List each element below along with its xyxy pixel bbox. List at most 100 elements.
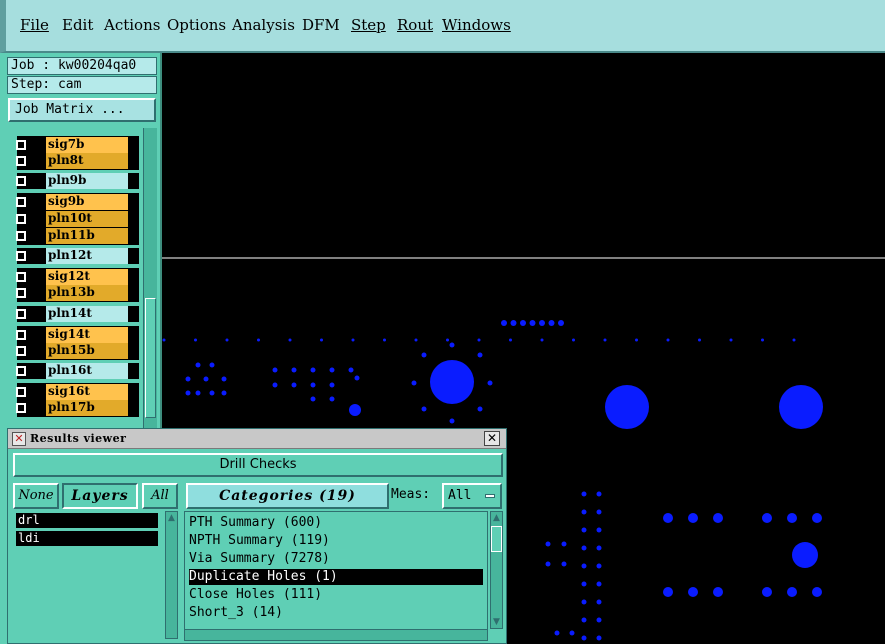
menu-dfm[interactable]: DFM — [302, 16, 340, 34]
menu-options[interactable]: Options — [167, 16, 226, 34]
list-item[interactable]: NPTH Summary (119) — [189, 533, 483, 549]
drill-checks-header[interactable]: Drill Checks — [13, 453, 503, 477]
drill-hole — [572, 338, 575, 342]
categories-button[interactable]: Categories (19) — [186, 483, 389, 509]
job-matrix-button[interactable]: Job Matrix ... — [8, 98, 156, 122]
layer-row-sig7b[interactable]: sig7b — [10, 137, 130, 153]
layer-row-sig16t[interactable]: sig16t — [10, 384, 130, 400]
layer-checkbox[interactable] — [16, 330, 26, 340]
layer-row-pln10t[interactable]: pln10t — [10, 211, 130, 227]
layer-checkbox[interactable] — [16, 156, 26, 166]
scroll-up-icon[interactable]: ▲ — [166, 512, 177, 524]
layer-checkbox[interactable] — [16, 403, 26, 413]
layer-row-pln15b[interactable]: pln15b — [10, 343, 130, 359]
layer-row-pln11b[interactable]: pln11b — [10, 228, 130, 244]
drill-hole — [291, 382, 297, 388]
drill-hole — [596, 527, 602, 533]
drill-hole — [812, 587, 822, 597]
drill-hole — [449, 418, 455, 424]
drill-hole — [581, 635, 587, 641]
layer-row-pln12t[interactable]: pln12t — [10, 248, 130, 264]
meas-select[interactable]: All — [442, 483, 502, 509]
drill-hole — [221, 376, 227, 382]
layer-checkbox[interactable] — [16, 309, 26, 319]
layer-name: sig9b — [46, 194, 128, 210]
layer-row-sig14t[interactable]: sig14t — [10, 327, 130, 343]
menu-actions[interactable]: Actions — [104, 16, 160, 34]
drill-hole — [792, 542, 818, 568]
layer-row-pln8t[interactable]: pln8t — [10, 153, 130, 169]
list-item-selected[interactable]: Duplicate Holes (1) — [189, 569, 483, 585]
layer-checkbox[interactable] — [16, 197, 26, 207]
list-item[interactable]: drl — [16, 513, 158, 528]
layer-checkbox[interactable] — [16, 272, 26, 282]
menu-step[interactable]: Step — [351, 16, 386, 34]
layer-checkbox[interactable] — [16, 251, 26, 261]
layer-name: sig12t — [46, 269, 128, 285]
drill-hole — [581, 563, 587, 569]
menu-analysis[interactable]: Analysis — [232, 16, 295, 34]
drill-hole — [421, 352, 427, 358]
menu-edit[interactable]: Edit — [62, 16, 93, 34]
layer-name: pln12t — [46, 248, 128, 264]
drill-hole — [581, 545, 587, 551]
categories-hscrollbar[interactable] — [184, 629, 488, 641]
menu-windows[interactable]: Windows — [442, 16, 511, 34]
categories-scrollbar[interactable]: ▲ ▼ — [490, 511, 503, 629]
layer-checkbox[interactable] — [16, 346, 26, 356]
layer-checkbox[interactable] — [16, 176, 26, 186]
close-button[interactable]: ✕ — [484, 431, 500, 446]
drill-hole — [310, 396, 316, 402]
layer-list-scrollbar[interactable] — [143, 128, 157, 428]
layer-row-pln14t[interactable]: pln14t — [10, 306, 130, 322]
drill-hole — [762, 513, 772, 523]
layers-button[interactable]: Layers — [62, 483, 138, 509]
drill-hole — [348, 367, 354, 373]
layer-row-pln9b[interactable]: pln9b — [10, 173, 130, 189]
scroll-thumb[interactable] — [491, 526, 502, 552]
list-item[interactable]: Short_3 (14) — [189, 605, 483, 621]
layer-name: sig7b — [46, 137, 128, 153]
layer-row-sig9b[interactable]: sig9b — [10, 194, 130, 210]
drill-hole — [310, 367, 316, 373]
categories-list[interactable]: PTH Summary (600) NPTH Summary (119) Via… — [184, 511, 488, 641]
drill-hole — [185, 390, 191, 396]
layer-checkbox[interactable] — [16, 288, 26, 298]
layer-checkbox[interactable] — [16, 214, 26, 224]
drill-hole — [558, 320, 564, 326]
layer-row-pln17b[interactable]: pln17b — [10, 400, 130, 416]
drill-hole — [596, 491, 602, 497]
list-item[interactable]: PTH Summary (600) — [189, 515, 483, 531]
list-item[interactable]: ldi — [16, 531, 158, 546]
scroll-up-icon[interactable]: ▲ — [491, 512, 502, 524]
drill-hole — [221, 390, 227, 396]
layer-checkbox[interactable] — [16, 387, 26, 397]
drill-hole — [291, 367, 297, 373]
none-button[interactable]: None — [13, 483, 59, 509]
menu-rout[interactable]: Rout — [397, 16, 433, 34]
layer-row-sig12t[interactable]: sig12t — [10, 269, 130, 285]
layer-checkbox[interactable] — [16, 140, 26, 150]
drill-hole — [329, 382, 335, 388]
window-titlebar[interactable]: ✕ Results viewer ✕ — [8, 429, 506, 449]
all-button[interactable]: All — [142, 483, 178, 509]
list-item[interactable]: Close Holes (111) — [189, 587, 483, 603]
layer-checkbox[interactable] — [16, 366, 26, 376]
menu-file[interactable]: File — [20, 16, 49, 34]
layers-result-list[interactable]: drl ldi — [13, 511, 165, 639]
layer-name: pln9b — [46, 173, 128, 189]
drill-hole — [561, 561, 567, 567]
drill-hole — [635, 338, 638, 342]
scroll-down-icon[interactable]: ▼ — [491, 616, 502, 628]
layer-checkbox[interactable] — [16, 231, 26, 241]
drill-hole — [329, 367, 335, 373]
scroll-thumb[interactable] — [145, 298, 156, 418]
drill-hole — [812, 513, 822, 523]
drill-hole — [477, 338, 481, 342]
drill-hole — [581, 617, 587, 623]
layer-row-pln13b[interactable]: pln13b — [10, 285, 130, 301]
list-item[interactable]: Via Summary (7278) — [189, 551, 483, 567]
layers-list-scrollbar[interactable]: ▲ — [165, 511, 178, 639]
layer-row-pln16t[interactable]: pln16t — [10, 363, 130, 379]
drill-hole — [545, 561, 551, 567]
